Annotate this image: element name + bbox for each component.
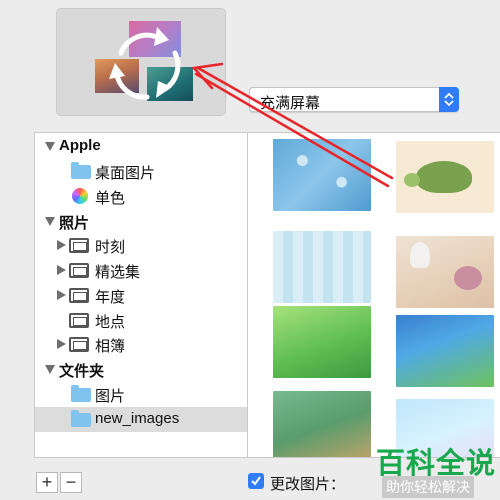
list-item-pictures[interactable]: 图片	[35, 382, 247, 407]
list-item-desktop-pictures[interactable]: 桌面图片	[35, 159, 247, 184]
group-label: 照片	[59, 215, 90, 232]
album-icon	[69, 238, 89, 253]
disclosure-right-icon[interactable]	[57, 240, 66, 250]
wallpaper-thumbnail[interactable]	[273, 139, 371, 211]
folder-icon	[71, 385, 91, 402]
list-item-label: 单色	[95, 190, 126, 207]
sea-urchin-illustration	[454, 266, 482, 290]
disclosure-right-icon[interactable]	[57, 290, 66, 300]
list-item-label: 精选集	[95, 264, 141, 281]
disclosure-down-icon[interactable]	[45, 142, 55, 151]
list-item-label: 桌面图片	[95, 165, 156, 182]
album-icon	[69, 288, 89, 303]
disclosure-down-icon[interactable]	[45, 217, 55, 226]
watermark-subtitle: 助你轻松解决	[382, 476, 474, 498]
list-item-label: new_images	[95, 410, 180, 427]
folder-icon	[71, 410, 91, 427]
list-item-label: 时刻	[95, 239, 126, 256]
group-photos[interactable]: 照片	[35, 209, 247, 234]
list-item-years[interactable]: 年度	[35, 283, 247, 308]
group-label: 文件夹	[59, 363, 105, 380]
desktop-preview	[56, 8, 226, 116]
group-label: Apple	[59, 137, 101, 154]
list-item-solid-colors[interactable]: 单色	[35, 184, 247, 209]
list-item-places[interactable]: 地点	[35, 308, 247, 333]
fill-mode-select[interactable]: 充满屏幕	[249, 87, 459, 112]
list-item-label: 年度	[95, 289, 126, 306]
color-wheel-icon	[72, 188, 88, 204]
wallpaper-thumbnail[interactable]	[396, 141, 494, 213]
disclosure-right-icon[interactable]	[57, 339, 66, 349]
source-list[interactable]: Apple 桌面图片 单色 照片 时刻 精选集 年度 地点 相簿 文件夹 图片 …	[34, 132, 248, 458]
remove-folder-button[interactable]: −	[60, 472, 82, 493]
disclosure-right-icon[interactable]	[57, 265, 66, 275]
list-item-label: 图片	[95, 388, 126, 405]
folder-icon	[71, 162, 91, 179]
watermark: 百科全说 助你轻松解决	[368, 438, 500, 500]
turtle-illustration	[404, 161, 472, 193]
group-apple[interactable]: Apple	[35, 134, 247, 159]
album-icon	[69, 313, 89, 328]
disclosure-down-icon[interactable]	[45, 365, 55, 374]
rotate-cycle-icon	[109, 27, 181, 100]
group-folders[interactable]: 文件夹	[35, 357, 247, 382]
wallpaper-thumbnail[interactable]	[273, 306, 371, 378]
up-down-stepper-icon[interactable]	[439, 87, 459, 112]
change-picture-label: 更改图片：	[270, 476, 346, 493]
list-item-label: 相簿	[95, 338, 126, 355]
list-item-new-images[interactable]: new_images	[35, 407, 247, 432]
list-item-albums[interactable]: 相簿	[35, 332, 247, 357]
wallpaper-thumbnail[interactable]	[396, 236, 494, 308]
change-picture-checkbox[interactable]	[248, 473, 264, 489]
wallpaper-thumbnail[interactable]	[273, 391, 371, 457]
list-item-collections[interactable]: 精选集	[35, 258, 247, 283]
add-folder-button[interactable]: +	[36, 472, 58, 493]
thumbnail-grid[interactable]	[248, 132, 500, 458]
album-icon	[69, 263, 89, 278]
checkmark-icon	[251, 476, 261, 486]
list-item-moments[interactable]: 时刻	[35, 233, 247, 258]
wallpaper-thumbnail[interactable]	[273, 231, 371, 303]
wallpaper-thumbnail[interactable]	[396, 315, 494, 387]
fill-mode-value: 充满屏幕	[260, 95, 321, 112]
seashell-illustration	[410, 242, 430, 268]
album-icon	[69, 337, 89, 352]
list-item-label: 地点	[95, 314, 126, 331]
